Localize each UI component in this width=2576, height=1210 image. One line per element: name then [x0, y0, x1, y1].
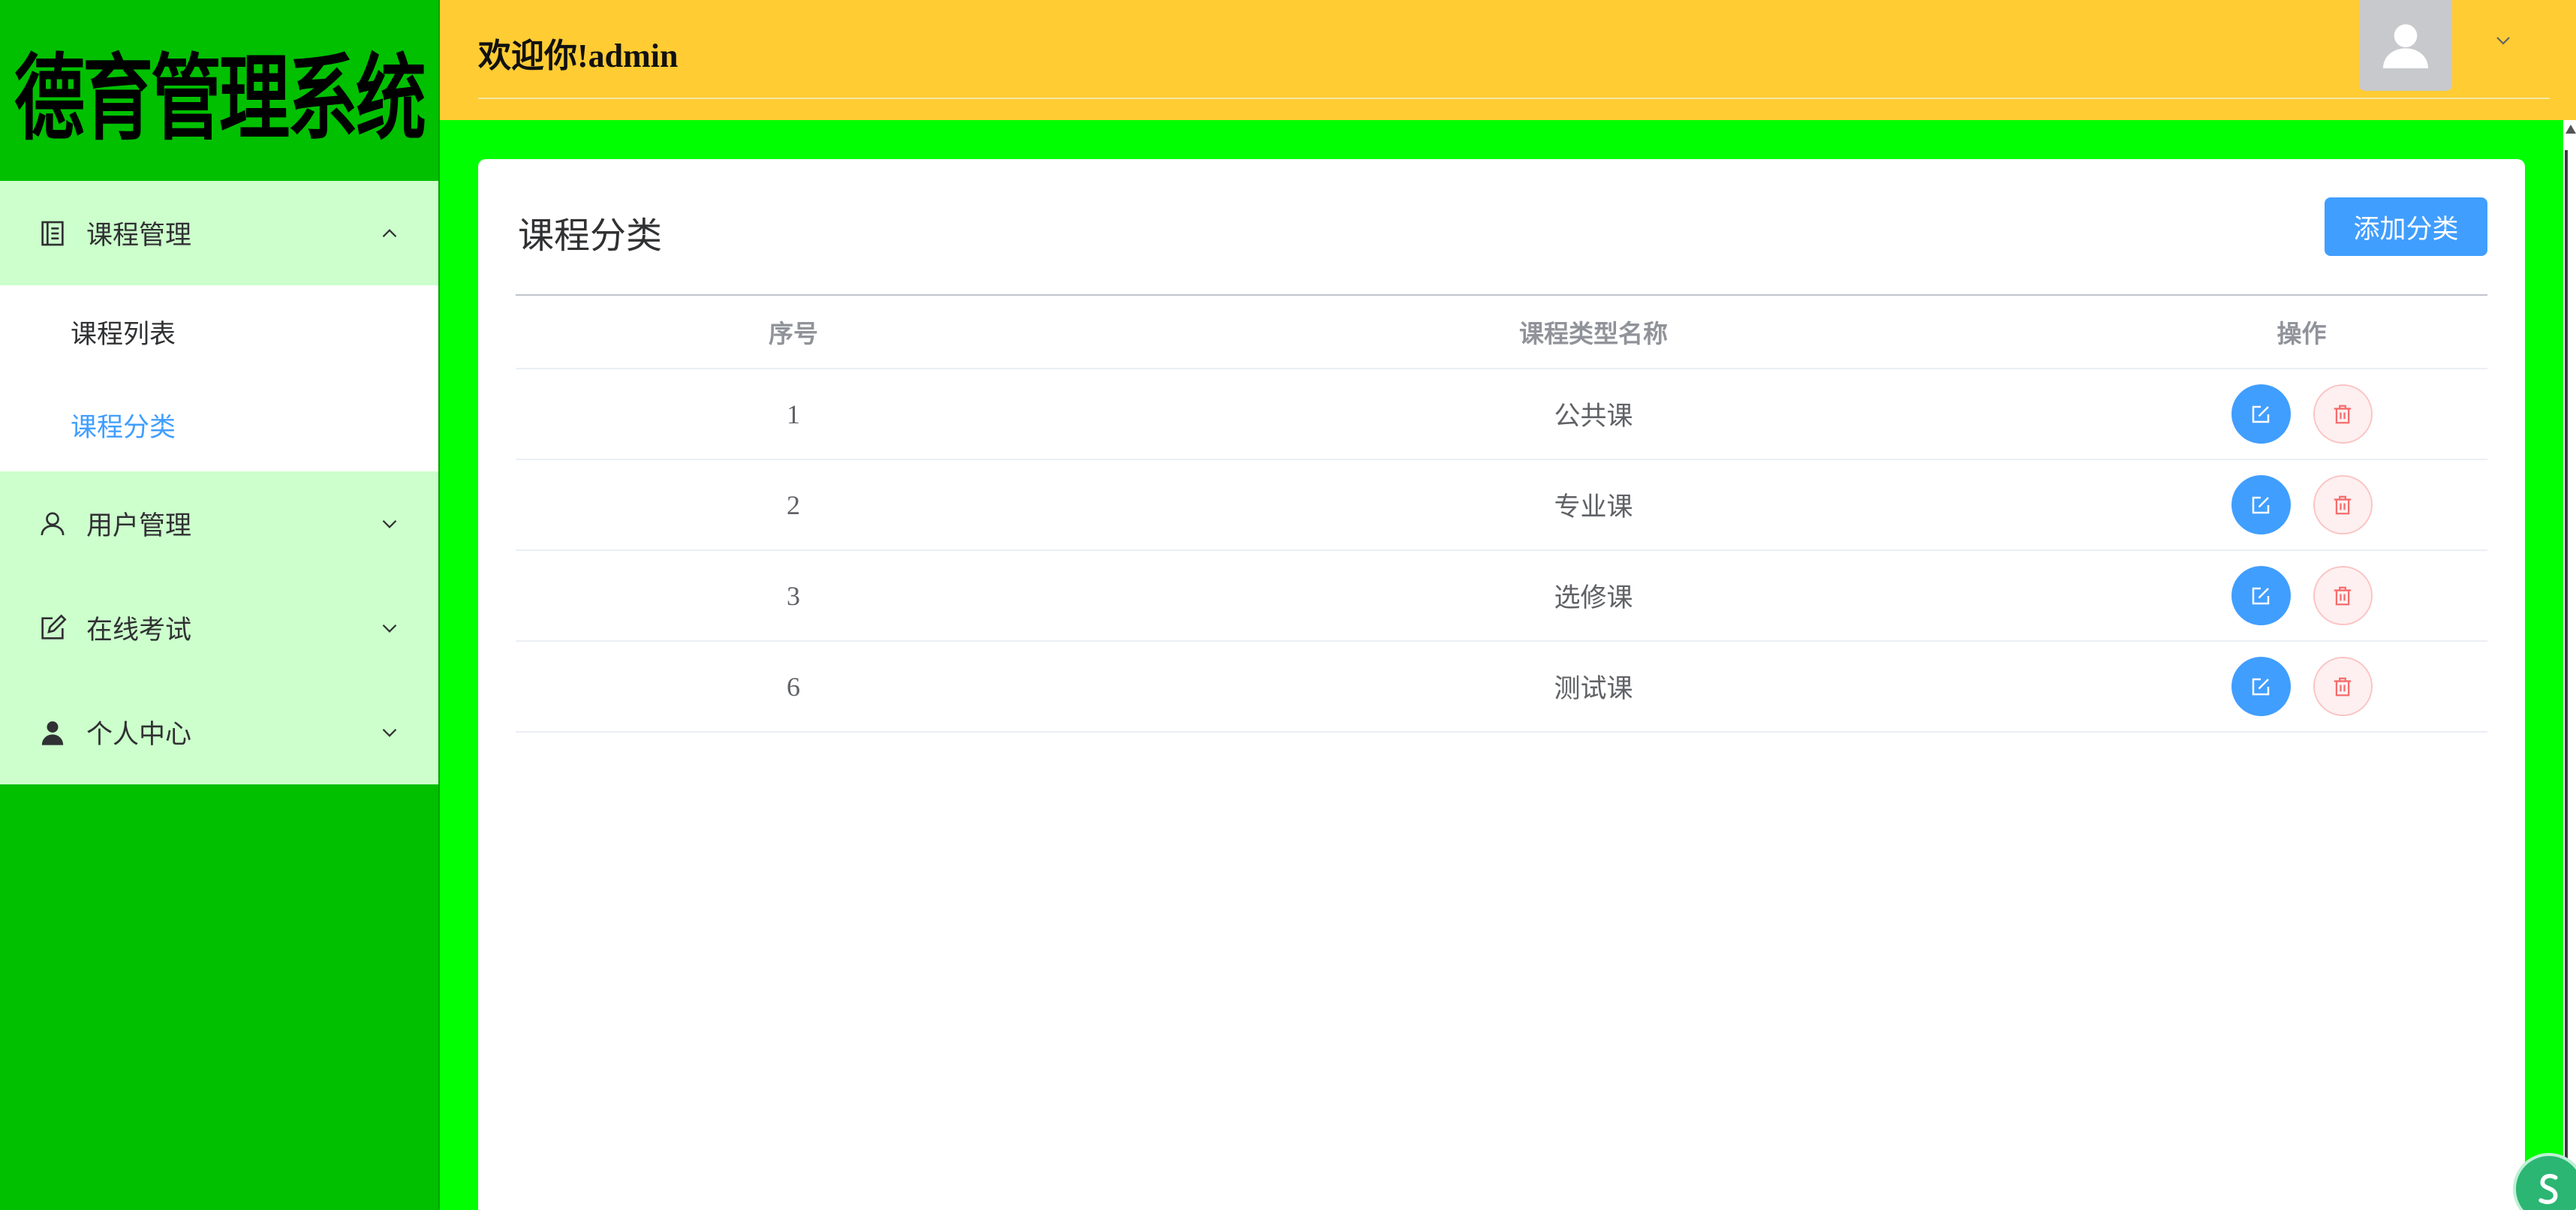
delete-button[interactable] [2313, 475, 2373, 534]
table-row: 2 专业课 [516, 460, 2487, 551]
column-header-index: 序号 [769, 320, 818, 348]
edit-button[interactable] [2231, 475, 2291, 534]
row-name: 专业课 [1554, 492, 1633, 522]
user-avatar[interactable] [2359, 0, 2452, 91]
row-name: 公共课 [1554, 402, 1633, 431]
assistant-logo-icon [2538, 1173, 2558, 1205]
delete-button[interactable] [2313, 566, 2373, 625]
table-row: 3 选修课 [516, 551, 2487, 642]
delete-button[interactable] [2313, 657, 2373, 716]
sidebar: 德育管理系统 课程管理 课程列表 课程分类 用户管理 在线考试 个人中心 [0, 0, 440, 1210]
row-actions [2116, 369, 2487, 459]
edit-icon [2252, 496, 2270, 513]
app-logo: 德育管理系统 [0, 0, 438, 181]
edit-icon [2252, 678, 2270, 695]
sidebar-background [0, 784, 438, 1210]
row-name: 选修课 [1554, 583, 1633, 613]
chevron-up-icon [382, 228, 397, 237]
delete-icon [2334, 405, 2352, 423]
menu-label: 课程管理 [86, 221, 192, 250]
content-card: 课程分类 添加分类 序号 课程类型名称 操作 1 公共课 2 专业课 3 选修课… [478, 159, 2525, 1210]
scrollbar-thumb[interactable] [2565, 150, 2568, 1163]
row-actions [2116, 460, 2487, 549]
menu-label: 个人中心 [86, 720, 192, 749]
app-logo-text: 德育管理系统 [14, 44, 426, 153]
delete-icon [2334, 495, 2352, 514]
edit-square-icon [41, 613, 67, 640]
edit-icon [2252, 587, 2270, 604]
column-header-actions: 操作 [2277, 320, 2327, 348]
row-index: 2 [787, 489, 800, 520]
category-table: 序号 课程类型名称 操作 1 公共课 2 专业课 3 选修课 6 测试课 [516, 294, 2487, 733]
edit-button[interactable] [2231, 384, 2291, 444]
row-actions [2116, 551, 2487, 640]
user-outline-icon [41, 512, 65, 535]
menu-online-exam[interactable]: 在线考试 [0, 576, 438, 680]
top-header: 欢迎你!admin [440, 0, 2576, 120]
row-actions [2116, 642, 2487, 731]
submenu-item-course-list[interactable]: 课程列表 [0, 285, 438, 378]
table-row: 6 测试课 [516, 642, 2487, 733]
user-avatar-icon [2383, 23, 2428, 68]
delete-icon [2334, 677, 2352, 696]
delete-button[interactable] [2313, 384, 2373, 444]
delete-icon [2334, 586, 2352, 605]
menu-label: 在线考试 [86, 616, 192, 645]
user-filled-icon [41, 721, 64, 745]
welcome-text: 欢迎你!admin [478, 38, 679, 74]
menu-course-management[interactable]: 课程管理 [0, 181, 438, 285]
floating-widget-container [2507, 1147, 2576, 1210]
menu-label: 用户管理 [86, 511, 192, 540]
header-divider [478, 98, 2550, 99]
table-header-row: 序号 课程类型名称 操作 [516, 296, 2487, 369]
submenu-item-course-category[interactable]: 课程分类 [0, 378, 438, 471]
chevron-down-icon [382, 728, 397, 737]
row-index: 6 [787, 671, 800, 702]
page-title: 课程分类 [518, 216, 663, 256]
chevron-down-icon [382, 624, 397, 633]
chevron-down-icon [382, 519, 397, 528]
column-header-name: 课程类型名称 [1519, 320, 1668, 348]
edit-icon [2252, 405, 2270, 423]
add-category-button[interactable]: 添加分类 [2325, 197, 2487, 256]
document-icon [41, 221, 64, 245]
submenu-course-management: 课程列表 课程分类 [0, 285, 438, 471]
floating-assistant-button[interactable] [2513, 1153, 2576, 1210]
edit-button[interactable] [2231, 657, 2291, 716]
vertical-scrollbar[interactable] [2563, 120, 2576, 1210]
menu-user-management[interactable]: 用户管理 [0, 471, 438, 576]
row-index: 1 [787, 399, 800, 429]
chevron-down-icon[interactable] [2491, 29, 2515, 53]
scroll-up-arrow-icon[interactable] [2565, 125, 2576, 134]
row-index: 3 [787, 580, 800, 611]
edit-button[interactable] [2231, 566, 2291, 625]
row-name: 测试课 [1554, 674, 1633, 703]
table-row: 1 公共课 [516, 369, 2487, 460]
menu-personal-center[interactable]: 个人中心 [0, 680, 438, 784]
